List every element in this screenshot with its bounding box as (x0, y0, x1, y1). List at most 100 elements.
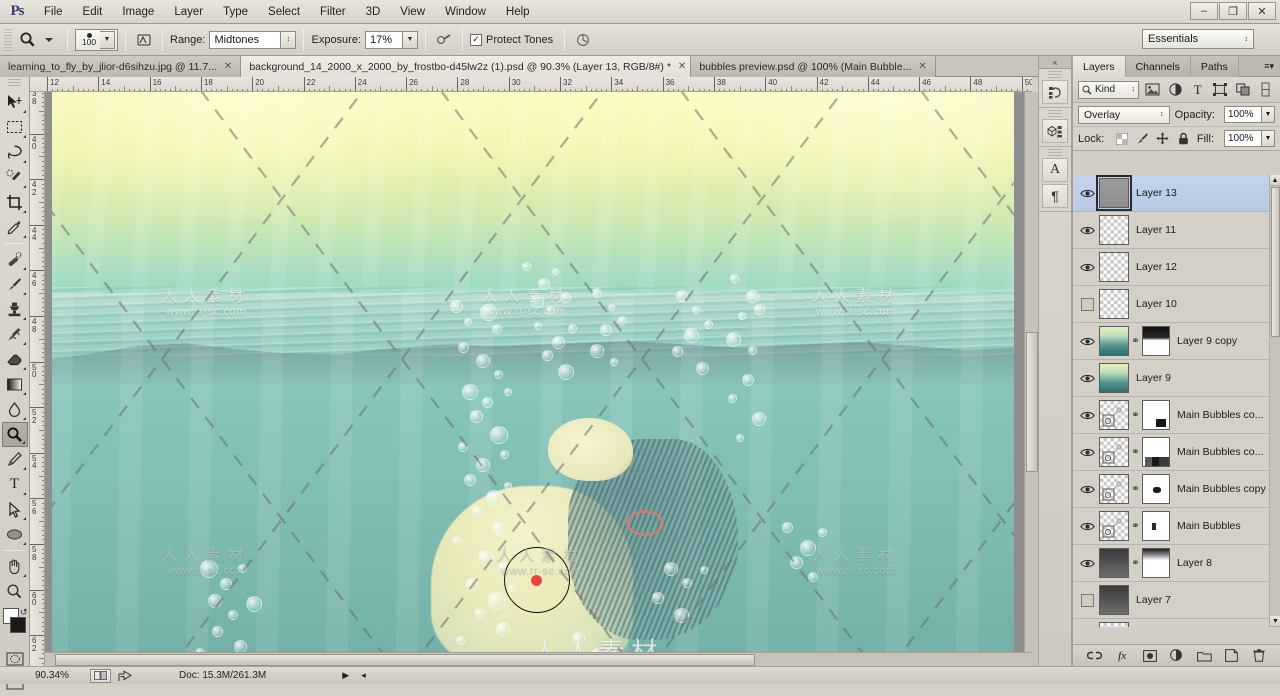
layer-visibility-toggle[interactable] (1075, 508, 1099, 545)
fill-chevron-icon[interactable]: ▼ (1262, 130, 1275, 147)
layer-mask-link-icon[interactable]: ⚭ (1129, 521, 1142, 532)
fill-value[interactable]: 100% (1224, 130, 1262, 147)
brush-tool[interactable] (2, 272, 28, 297)
layer-visibility-toggle[interactable] (1075, 249, 1099, 286)
canvas-hscroll-thumb[interactable] (55, 654, 755, 666)
pixel-filter-icon[interactable] (1143, 80, 1162, 99)
close-button[interactable]: ✕ (1248, 2, 1276, 20)
brush-panel-icon[interactable] (133, 29, 155, 51)
layer-row[interactable]: Layer 3 (1073, 619, 1280, 627)
adjustment-filter-icon[interactable] (1166, 80, 1185, 99)
protect-tones-checkbox[interactable]: ✓ Protect Tones (470, 34, 557, 46)
layers-scrollbar[interactable]: ▲ ▼ (1269, 175, 1280, 627)
exposure-chevron-icon[interactable]: ▼ (403, 31, 418, 49)
lasso-tool[interactable] (2, 140, 28, 165)
layer-mask-thumbnail[interactable] (1142, 511, 1170, 541)
horizontal-ruler[interactable]: 1214161820222426283032343638404244464850 (30, 77, 1032, 92)
ellipse-tool[interactable] (2, 522, 28, 547)
layer-mask-thumbnail[interactable] (1142, 548, 1170, 578)
tool-preset-chevron-icon[interactable] (38, 29, 60, 51)
layer-row[interactable]: ⚭Main Bubbles co... (1073, 434, 1280, 471)
lock-position-icon[interactable] (1156, 129, 1171, 148)
layer-name[interactable]: Layer 8 (1177, 557, 1212, 569)
mini-bridge-panel-icon[interactable] (1042, 119, 1068, 143)
document-tab-1-close-icon[interactable]: ✕ (224, 61, 232, 72)
blur-tool[interactable] (2, 397, 28, 422)
shape-filter-icon[interactable] (1211, 80, 1230, 99)
horizontal-type-tool[interactable]: T (2, 472, 28, 497)
character-panel-icon[interactable]: A (1042, 158, 1068, 182)
type-filter-icon[interactable]: T (1188, 80, 1207, 99)
layer-name[interactable]: Layer 9 (1136, 372, 1171, 384)
lock-image-pixels-icon[interactable] (1135, 129, 1150, 148)
layer-name[interactable]: Layer 13 (1136, 187, 1177, 199)
move-tool[interactable] (2, 90, 28, 115)
layer-name[interactable]: Layer 10 (1136, 298, 1177, 310)
document-tab-2-close-icon[interactable]: ✕ (678, 61, 686, 72)
tablet-pressure-icon[interactable] (572, 29, 594, 51)
layer-thumbnail[interactable] (1099, 474, 1129, 504)
panel-menu-icon[interactable]: ≡▾ (1258, 56, 1280, 76)
brush-preset-picker[interactable]: 100 ▼ (75, 29, 118, 51)
layer-thumbnail[interactable] (1099, 511, 1129, 541)
layer-thumbnail[interactable] (1099, 548, 1129, 578)
layer-row[interactable]: Layer 9 (1073, 360, 1280, 397)
options-bar-grip[interactable] (4, 29, 12, 51)
lock-transparent-pixels-icon[interactable] (1114, 129, 1129, 148)
history-panel-icon[interactable] (1042, 80, 1068, 104)
menu-type[interactable]: Type (213, 3, 258, 21)
minimize-button[interactable]: – (1190, 2, 1218, 20)
layer-mask-thumbnail[interactable] (1142, 400, 1170, 430)
menu-select[interactable]: Select (258, 3, 310, 21)
layer-thumbnail[interactable] (1099, 622, 1129, 627)
share-icon[interactable] (115, 669, 135, 683)
workspace-selector[interactable]: Essentials ↕ (1142, 29, 1254, 49)
exposure-input[interactable]: 17% ▼ (365, 31, 418, 49)
layer-mask-thumbnail[interactable] (1142, 326, 1170, 356)
layers-scroll-down-icon[interactable]: ▼ (1270, 616, 1280, 627)
pen-tool[interactable] (2, 447, 28, 472)
adjustment-layer-icon[interactable] (1168, 647, 1186, 665)
add-mask-icon[interactable] (1141, 647, 1159, 665)
new-group-icon[interactable] (1195, 647, 1213, 665)
layer-row[interactable]: ⚭ Main Bubbles copy (1073, 471, 1280, 508)
layer-name[interactable]: Layer 11 (1136, 224, 1176, 236)
blend-mode-select[interactable]: Overlay ↕ (1078, 106, 1170, 124)
layer-row[interactable]: ⚭ Main Bubbles (1073, 508, 1280, 545)
layer-list[interactable]: Layer 13 Layer 11 Layer 12 Layer 10 ⚭ Layer 9… (1073, 175, 1280, 627)
layer-name[interactable]: Main Bubbles (1177, 520, 1241, 532)
filter-toggle-icon[interactable] (1256, 80, 1275, 99)
layer-mask-link-icon[interactable]: ⚭ (1129, 558, 1142, 569)
layer-name[interactable]: Layer 12 (1136, 261, 1177, 273)
path-selection-tool[interactable] (2, 497, 28, 522)
status-play-icon[interactable]: ▶ (342, 670, 349, 681)
layer-name[interactable]: Main Bubbles copy (1177, 483, 1266, 495)
layer-name[interactable]: Main Bubbles co... (1177, 409, 1263, 421)
layer-row[interactable]: Layer 7 (1073, 582, 1280, 619)
tab-layers[interactable]: Layers (1073, 56, 1126, 77)
crop-tool[interactable] (2, 190, 28, 215)
smartobject-filter-icon[interactable] (1234, 80, 1253, 99)
layer-mask-link-icon[interactable]: ⚭ (1129, 410, 1142, 421)
layer-visibility-toggle[interactable] (1075, 175, 1099, 212)
menu-help[interactable]: Help (496, 3, 540, 21)
layer-mask-link-icon[interactable]: ⚭ (1129, 447, 1142, 458)
document-tab-2[interactable]: background_14_2000_x_2000_by_frostbo-d45… (241, 56, 691, 77)
layer-thumbnail[interactable] (1099, 437, 1129, 467)
layer-row[interactable]: Layer 10 (1073, 286, 1280, 323)
layer-mask-link-icon[interactable]: ⚭ (1129, 484, 1142, 495)
layer-kind-filter[interactable]: Kind ↕ (1078, 81, 1139, 99)
type-dock-grip[interactable] (1048, 149, 1062, 157)
layer-thumbnail[interactable] (1099, 400, 1129, 430)
layer-visibility-toggle[interactable] (1075, 286, 1099, 323)
quick-selection-tool[interactable] (2, 165, 28, 190)
layer-style-icon[interactable]: fx (1113, 647, 1131, 665)
layer-row[interactable]: ⚭ Main Bubbles co... (1073, 397, 1280, 434)
layer-mask-link-icon[interactable]: ⚭ (1129, 336, 1142, 347)
canvas-horizontal-scrollbar[interactable] (45, 652, 1032, 666)
opacity-chevron-icon[interactable]: ▼ (1262, 106, 1275, 123)
layer-row[interactable]: Layer 13 (1073, 175, 1280, 212)
vertical-ruler[interactable]: 38404244464850525456586062 (30, 92, 45, 666)
zoom-tool[interactable] (2, 579, 28, 604)
layer-name[interactable]: Layer 7 (1136, 594, 1171, 606)
